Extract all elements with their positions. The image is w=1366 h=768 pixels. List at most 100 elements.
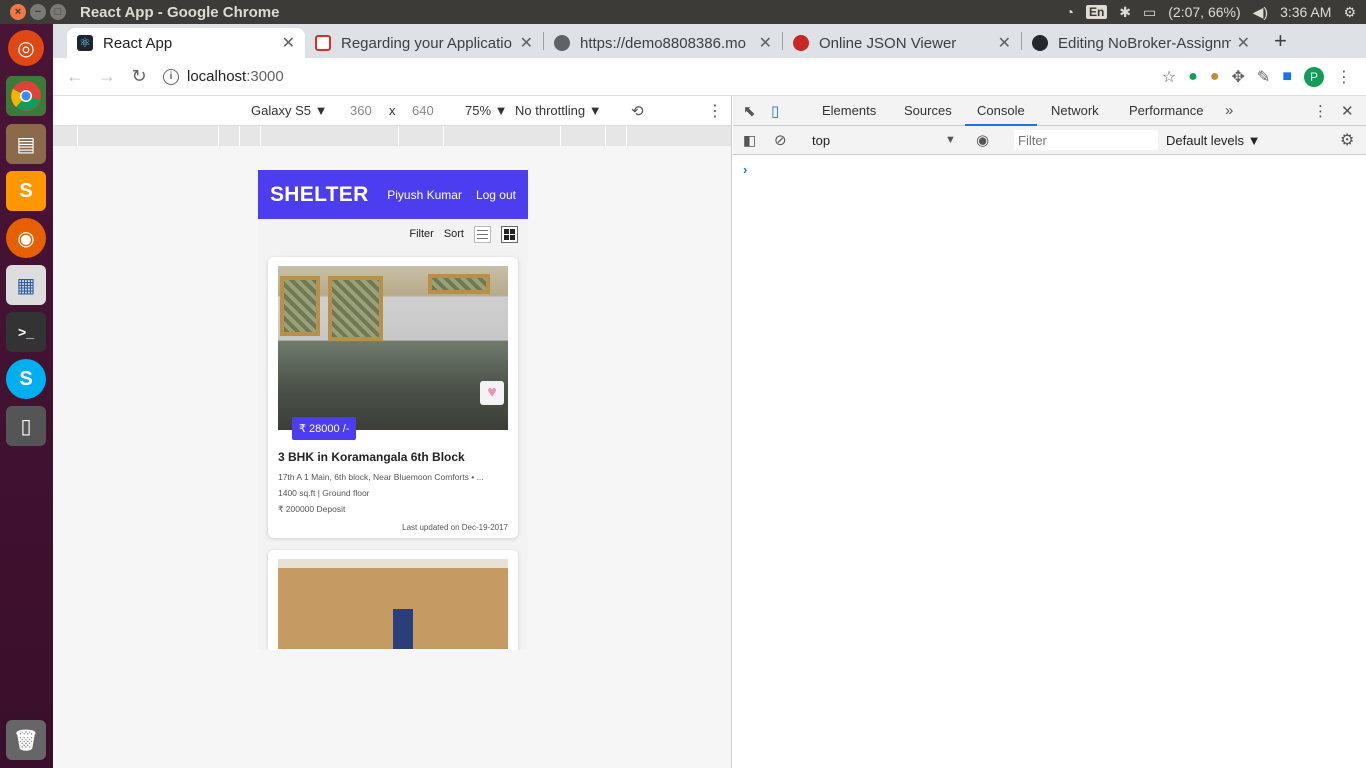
devtools-tab-elements[interactable]: Elements <box>822 96 876 126</box>
zoom-select[interactable]: 75% ▼ <box>465 103 508 118</box>
extension-move-icon[interactable]: ✥ <box>1232 67 1245 87</box>
ubuntu-dash-icon[interactable]: ◎ <box>8 30 44 66</box>
url-host: localhost <box>187 68 247 85</box>
clock[interactable]: 3:36 AM <box>1280 4 1331 20</box>
bookmark-star-icon[interactable]: ☆ <box>1162 67 1176 87</box>
bluetooth-icon[interactable]: ✱ <box>1119 4 1131 21</box>
minimize-window-button[interactable]: − <box>30 4 46 20</box>
react-favicon-icon: ⚛ <box>77 35 93 51</box>
skype-launcher-icon[interactable]: S <box>6 359 46 399</box>
tab-react-app[interactable]: ⚛ React App ✕ <box>67 28 305 58</box>
live-expression-eye-icon[interactable]: ◉ <box>976 131 989 149</box>
grid-view-icon[interactable] <box>501 225 518 243</box>
chrome-menu-icon[interactable]: ⋮ <box>1336 67 1352 87</box>
keyboard-layout-indicator[interactable]: En <box>1085 5 1108 19</box>
console-prompt[interactable]: › <box>743 162 747 177</box>
more-tabs-icon[interactable]: » <box>1225 102 1233 119</box>
devtools-tab-console[interactable]: Console <box>965 96 1037 126</box>
device-select[interactable]: Galaxy S5 ▼ <box>251 103 327 118</box>
files-launcher-icon[interactable]: ▤ <box>6 124 46 164</box>
media-query-ruler[interactable] <box>53 126 731 146</box>
window-title: React App - Google Chrome <box>80 3 280 21</box>
app-header: SHELTER Piyush Kumar Log out <box>258 170 528 219</box>
address-bar[interactable]: i localhost:3000 <box>163 68 1162 85</box>
log-levels-select[interactable]: Default levels ▼ <box>1166 133 1261 148</box>
listing-area: 1400 sq.ft | Ground floor <box>278 488 370 498</box>
forward-arrow-icon[interactable]: → <box>91 66 123 87</box>
listing-toolbar: Filter Sort <box>258 219 528 249</box>
terminal-launcher-icon[interactable]: >_ <box>6 312 46 352</box>
back-arrow-icon[interactable]: ← <box>59 66 91 87</box>
device-more-icon[interactable]: ⋮ <box>707 101 723 121</box>
listing-updated: Last updated on Dec-19-2017 <box>402 523 508 532</box>
console-sidebar-icon[interactable]: ◧ <box>743 132 756 149</box>
tab-json-viewer[interactable]: Online JSON Viewer ✕ <box>783 28 1021 58</box>
settings-gear-icon[interactable]: ⚙ <box>1343 4 1356 21</box>
logout-link[interactable]: Log out <box>476 188 516 202</box>
device-viewport: Galaxy S5 ▼ 360 x 640 75% ▼ No throttlin… <box>53 96 732 768</box>
extension-cookie-icon[interactable]: ● <box>1210 68 1220 86</box>
context-dropdown-icon[interactable]: ▼ <box>945 134 956 146</box>
tab-demo[interactable]: https://demo8808386.mo ✕ <box>544 28 782 58</box>
sublime-text-launcher-icon[interactable]: S <box>6 171 46 211</box>
console-filter-input[interactable] <box>1014 130 1158 150</box>
tab-gmail[interactable]: Regarding your Applicatio ✕ <box>305 28 543 58</box>
close-tab-icon[interactable]: ✕ <box>1237 33 1250 53</box>
close-tab-icon[interactable]: ✕ <box>759 33 772 53</box>
devtools-tab-network[interactable]: Network <box>1051 96 1099 126</box>
new-tab-button[interactable]: + <box>1274 28 1287 54</box>
trash-launcher-icon[interactable]: 🗑 <box>6 720 46 760</box>
listing-photo[interactable] <box>278 559 508 649</box>
brand-logo[interactable]: SHELTER <box>270 183 369 207</box>
context-select[interactable]: top <box>812 133 830 148</box>
chrome-launcher-icon[interactable] <box>6 76 46 116</box>
inspect-element-icon[interactable]: ⬉ <box>743 102 756 120</box>
maximize-window-button[interactable]: □ <box>50 4 66 20</box>
console-settings-gear-icon[interactable]: ⚙ <box>1340 130 1354 150</box>
listing-photo[interactable]: ♥ <box>278 266 508 430</box>
device-width-input[interactable]: 360 <box>350 103 372 118</box>
battery-status: (2:07, 66%) <box>1168 4 1241 20</box>
libreoffice-launcher-icon[interactable]: ▦ <box>6 265 46 305</box>
tab-strip: ⚛ React App ✕ Regarding your Applicatio … <box>53 24 1366 58</box>
close-tab-icon[interactable]: ✕ <box>998 33 1011 53</box>
tab-github[interactable]: Editing NoBroker-Assignm ✕ <box>1022 28 1260 58</box>
extension-square-icon[interactable]: ■ <box>1282 68 1292 86</box>
favorite-heart-icon[interactable]: ♥ <box>480 381 504 405</box>
list-view-icon[interactable] <box>474 225 491 243</box>
firefox-launcher-icon[interactable]: ◉ <box>6 218 46 258</box>
devtools-tab-sources[interactable]: Sources <box>904 96 952 126</box>
sort-button[interactable]: Sort <box>444 228 464 240</box>
close-window-button[interactable]: × <box>10 4 26 20</box>
device-height-input[interactable]: 640 <box>412 103 434 118</box>
close-devtools-icon[interactable]: ✕ <box>1341 102 1354 120</box>
filter-button[interactable]: Filter <box>409 228 433 240</box>
devtools-tab-bar: ⬉ ▯ Elements Sources Console Network Per… <box>733 96 1366 126</box>
devtools-menu-icon[interactable]: ⋮ <box>1313 102 1328 120</box>
price-badge: ₹ 28000 /- <box>292 417 357 440</box>
tab-title: Editing NoBroker-Assignm <box>1058 34 1231 52</box>
devtools-tab-performance[interactable]: Performance <box>1129 96 1203 126</box>
rotate-icon[interactable]: ⟲ <box>631 102 644 120</box>
photo-door-detail <box>393 609 413 649</box>
listing-card[interactable] <box>268 550 518 650</box>
user-name[interactable]: Piyush Kumar <box>387 188 462 202</box>
profile-avatar[interactable]: P <box>1304 66 1324 87</box>
volume-icon[interactable]: ◀) <box>1253 4 1268 21</box>
listing-title[interactable]: 3 BHK in Koramangala 6th Block <box>278 450 508 464</box>
extension-eyedropper-icon[interactable]: ✎ <box>1257 67 1270 87</box>
close-tab-icon[interactable]: ✕ <box>520 33 533 53</box>
close-tab-icon[interactable]: ✕ <box>282 33 295 53</box>
device-toggle-icon[interactable]: ▯ <box>771 102 779 120</box>
phone-emulator-launcher-icon[interactable]: ▯ <box>6 406 46 446</box>
site-info-icon[interactable]: i <box>163 68 179 85</box>
listing-card[interactable]: ♥ ₹ 28000 /- 3 BHK in Koramangala 6th Bl… <box>268 257 518 538</box>
globe-favicon-icon <box>554 35 570 51</box>
photo-window-detail <box>428 274 490 294</box>
extension-thumb-icon[interactable]: ● <box>1188 68 1198 86</box>
clear-console-icon[interactable]: ⊘ <box>774 131 787 149</box>
reload-icon[interactable]: ↻ <box>123 66 155 87</box>
wifi-icon[interactable]: ◔ <box>1065 4 1073 20</box>
battery-icon[interactable]: ▭ <box>1143 4 1156 21</box>
throttling-select[interactable]: No throttling ▼ <box>515 103 602 118</box>
